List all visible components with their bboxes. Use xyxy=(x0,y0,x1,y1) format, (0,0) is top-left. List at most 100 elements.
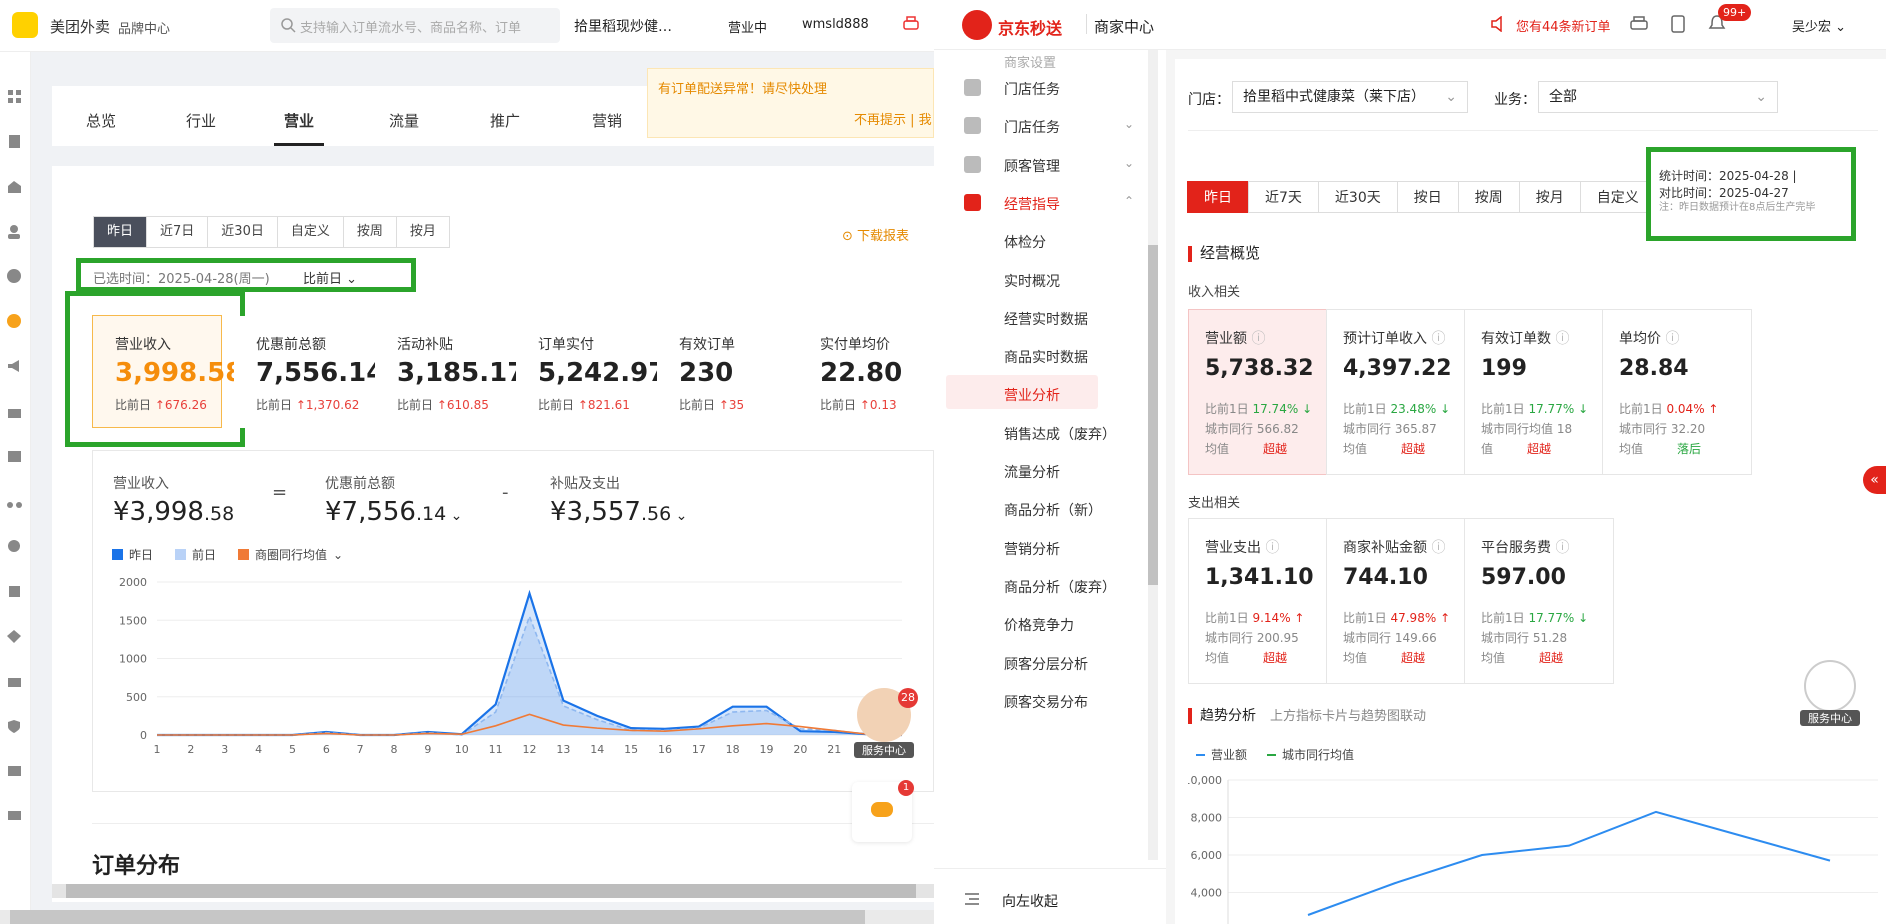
notice-dismiss[interactable]: 不再提示 | 我 xyxy=(854,109,932,128)
collapse-label[interactable]: 向左收起 xyxy=(1002,891,1058,911)
metric-card[interactable]: 有效订单数 ⓘ 199 比前1日 17.77% ↓ 城市同行均值 18 值超越 xyxy=(1464,309,1614,475)
range-custom[interactable]: 自定义 xyxy=(277,217,344,247)
sidebar-item[interactable]: 顾客管理 xyxy=(1004,156,1060,176)
range-yesterday[interactable]: 昨日 xyxy=(94,217,148,247)
doc-icon[interactable] xyxy=(6,133,23,150)
status-selector[interactable]: 营业中 xyxy=(728,17,767,36)
store-selector[interactable]: 拾里稻现炒健… xyxy=(574,16,672,36)
sidebar-item[interactable]: 经营指导 xyxy=(1004,194,1060,214)
kpi-card-orders[interactable]: 有效订单 230 比前日 ↑35 xyxy=(657,316,785,428)
printer-icon[interactable] xyxy=(1629,15,1649,33)
account-selector[interactable]: wmsld888 xyxy=(802,17,869,32)
mute-icon[interactable] xyxy=(1490,16,1508,32)
metric-card[interactable]: 营业额 ⓘ 5,738.32 比前1日 17.74% ↓ 城市同行 566.82… xyxy=(1188,309,1338,475)
metric-card[interactable]: 平台服务费 ⓘ 597.00 比前1日 17.77% ↓ 城市同行 51.28 … xyxy=(1464,518,1614,684)
tab-traffic[interactable]: 流量 xyxy=(389,86,419,146)
help-icon[interactable]: ⓘ xyxy=(1431,331,1445,347)
collapse-icon[interactable] xyxy=(964,892,980,906)
sidebar-item[interactable]: 营业分析 xyxy=(1004,385,1060,405)
service-center-button[interactable]: 服务中心 28 xyxy=(854,688,918,758)
tab-promotion[interactable]: 推广 xyxy=(490,86,520,146)
shield-icon[interactable] xyxy=(6,718,23,735)
help-icon[interactable]: ⓘ xyxy=(1555,540,1569,556)
kpi-card-paid[interactable]: 订单实付 5,242.97 比前日 ↑821.61 xyxy=(516,316,666,428)
diamond-icon[interactable] xyxy=(6,628,23,645)
sidebar-scrollbar[interactable] xyxy=(1148,50,1158,860)
sidebar-item[interactable]: 顾客分层分析 xyxy=(1004,654,1088,674)
expand-icon[interactable]: « xyxy=(1863,466,1886,494)
sidebar-item[interactable]: 营销分析 xyxy=(1004,539,1060,559)
range-month[interactable]: 按月 xyxy=(396,217,449,247)
coin-icon[interactable] xyxy=(6,268,23,285)
monitor-icon[interactable] xyxy=(6,808,23,825)
jd-service-center[interactable]: 服务中心 xyxy=(1800,660,1860,726)
biz-select[interactable]: 全部 ⌄ xyxy=(1538,81,1778,113)
printer-icon[interactable] xyxy=(902,15,920,33)
message-icon[interactable] xyxy=(6,763,23,780)
settings-icon[interactable] xyxy=(6,538,23,555)
formula-c-value[interactable]: ¥3,557.56 ⌄ xyxy=(550,497,687,527)
jd-range-week[interactable]: 按周 xyxy=(1457,181,1520,213)
grid-icon[interactable] xyxy=(6,88,23,105)
tab-business[interactable]: 营业 xyxy=(274,86,325,146)
kpi-card-gross[interactable]: 优惠前总额 7,556.14 比前日 ↑1,370.62 xyxy=(234,316,384,428)
sidebar-item[interactable]: 商品分析（废弃） xyxy=(1004,577,1116,597)
trend-legend-peer[interactable]: 城市同行均值 xyxy=(1282,746,1354,763)
new-order-alert[interactable]: 您有44条新订单 xyxy=(1516,16,1611,35)
pie-icon[interactable] xyxy=(6,313,23,330)
download-report[interactable]: ⊙ 下载报表 xyxy=(842,225,909,244)
user-icon[interactable] xyxy=(6,223,23,240)
sidebar-item[interactable]: 流量分析 xyxy=(1004,462,1060,482)
sidebar-item[interactable]: 销售达成（废弃） xyxy=(1004,424,1116,444)
sidebar-item[interactable]: 经营实时数据 xyxy=(1004,309,1088,329)
sidebar-item[interactable]: 体检分 xyxy=(1004,232,1046,252)
sidebar-item[interactable]: 商品实时数据 xyxy=(1004,347,1088,367)
tab-marketing[interactable]: 营销 xyxy=(592,86,622,146)
store-select[interactable]: 拾里稻中式健康菜（莱下店） ⌄ xyxy=(1232,81,1468,113)
store-icon[interactable] xyxy=(6,178,23,195)
compare-selector[interactable]: 比前日 ⌄ xyxy=(303,268,357,287)
sidebar-item[interactable]: 商品分析（新） xyxy=(1004,500,1102,520)
h-scrollbar[interactable] xyxy=(52,884,934,898)
range-30d[interactable]: 近30日 xyxy=(208,217,278,247)
briefcase-icon[interactable] xyxy=(6,673,23,690)
sidebar-item[interactable]: 价格竞争力 xyxy=(1004,615,1074,635)
kpi-card-subsidy[interactable]: 活动补贴 3,185.17 比前日 ↑610.85 xyxy=(375,316,525,428)
jd-range-30d[interactable]: 近30天 xyxy=(1317,181,1398,213)
chat-button[interactable]: 1 xyxy=(852,780,914,842)
tab-overview[interactable]: 总览 xyxy=(86,86,116,146)
help-icon[interactable]: ⓘ xyxy=(1555,331,1569,347)
window-scrollbar[interactable] xyxy=(0,910,934,924)
megaphone-icon[interactable] xyxy=(6,358,23,375)
sidebar-item[interactable]: 门店任务 xyxy=(1004,79,1060,99)
range-week[interactable]: 按周 xyxy=(343,217,397,247)
legend-yesterday[interactable]: 昨日 xyxy=(129,546,153,563)
kpi-card-revenue[interactable]: 营业收入 3,998.58 比前日 ↑676.26 xyxy=(92,315,243,428)
book-icon[interactable] xyxy=(6,583,23,600)
legend-peer[interactable]: 商圈同行均值 xyxy=(255,546,327,563)
jd-range-day[interactable]: 按日 xyxy=(1396,181,1459,213)
sidebar-item[interactable]: 门店任务 xyxy=(1004,117,1060,137)
user-menu[interactable]: 吴少宏 ⌄ xyxy=(1792,16,1846,35)
range-7d[interactable]: 近7日 xyxy=(147,217,209,247)
metric-card[interactable]: 单均价 ⓘ 28.84 比前1日 0.04% ↑ 城市同行 32.20 均值 落后 xyxy=(1602,309,1752,475)
help-icon[interactable]: ⓘ xyxy=(1665,331,1679,347)
help-icon[interactable]: ⓘ xyxy=(1265,540,1279,556)
kpi-card-avg[interactable]: 实付单均价 22.80 比前日 ↑0.13 xyxy=(798,316,934,428)
jd-range-7d[interactable]: 近7天 xyxy=(1248,181,1319,213)
metric-card[interactable]: 预计订单收入 ⓘ 4,397.22 比前1日 23.48% ↓ 城市同行 365… xyxy=(1326,309,1476,475)
trend-legend-revenue[interactable]: 营业额 xyxy=(1211,746,1247,763)
formula-b-value[interactable]: ¥7,556.14 ⌄ xyxy=(325,497,462,527)
help-icon[interactable]: ⓘ xyxy=(1431,540,1445,556)
legend-before[interactable]: 前日 xyxy=(192,546,216,563)
tablet-icon[interactable] xyxy=(1670,14,1686,34)
jd-range-custom[interactable]: 自定义 xyxy=(1579,181,1656,213)
metric-card[interactable]: 营业支出 ⓘ 1,341.10 比前1日 9.14% ↑ 城市同行 200.95… xyxy=(1188,518,1338,684)
gift-icon[interactable] xyxy=(6,403,23,420)
scooter-icon[interactable] xyxy=(6,493,23,510)
search-box[interactable]: 支持输入订单流水号、商品名称、订单 xyxy=(270,8,560,43)
help-icon[interactable]: ⓘ xyxy=(1251,331,1265,347)
jd-range-yesterday[interactable]: 昨日 xyxy=(1187,181,1249,213)
jd-range-month[interactable]: 按月 xyxy=(1518,181,1581,213)
tab-industry[interactable]: 行业 xyxy=(186,86,216,146)
